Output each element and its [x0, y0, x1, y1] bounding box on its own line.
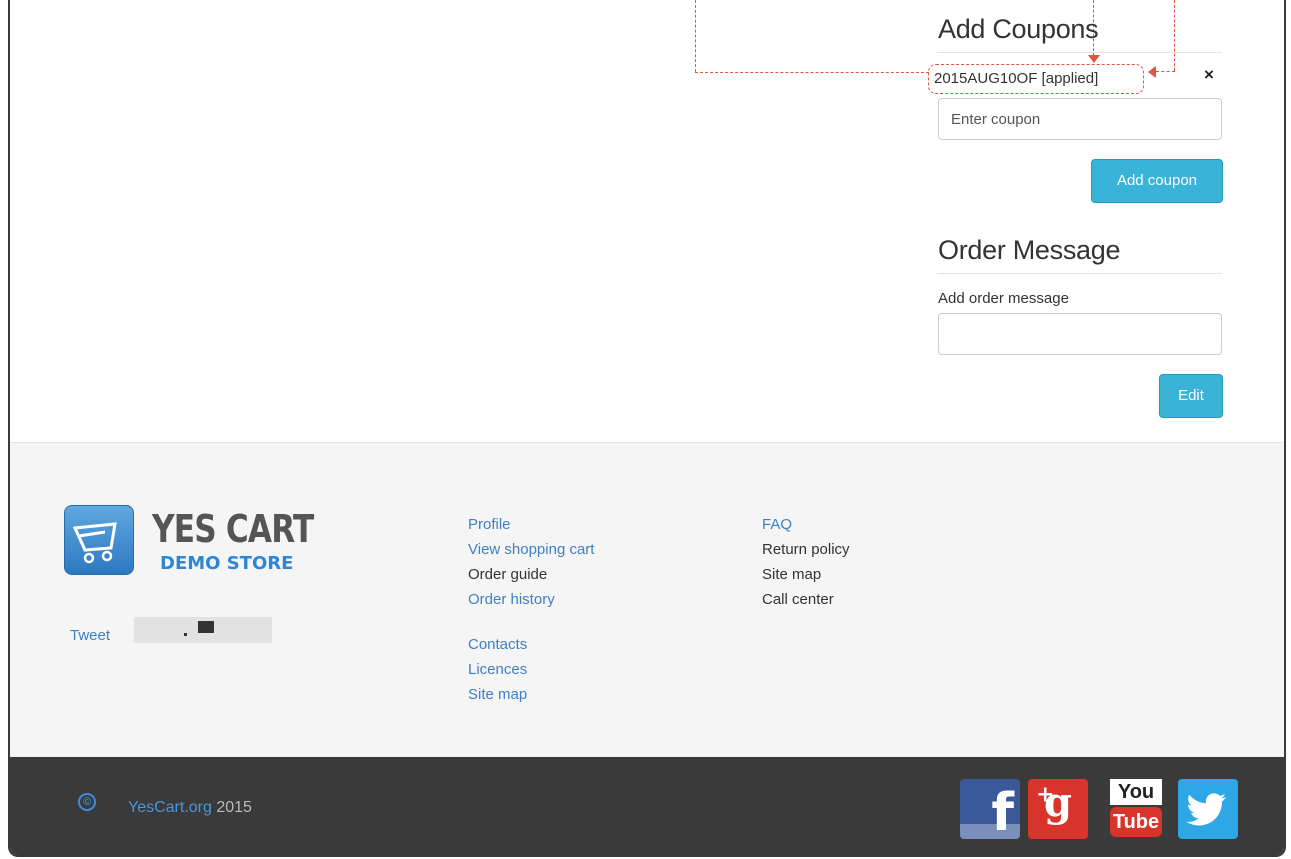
- facebook-icon[interactable]: f: [960, 779, 1020, 843]
- edit-button[interactable]: Edit: [1159, 374, 1223, 418]
- bottom-bar: © YesCart.org 2015 f g + You Tube: [10, 757, 1284, 855]
- footer-links-col1: Profile View shopping cart Order guide O…: [468, 512, 594, 612]
- annotation-arrow-left: [1148, 66, 1156, 78]
- footer-link-licences[interactable]: Licences: [468, 657, 527, 682]
- footer: YES CART DEMO STORE Tweet Profile View s…: [10, 442, 1284, 757]
- annotation-line-left-horizontal: [695, 72, 929, 73]
- footer-link-faq[interactable]: FAQ: [762, 512, 850, 537]
- footer-link-contacts[interactable]: Contacts: [468, 632, 527, 657]
- footer-link-order-history[interactable]: Order history: [468, 587, 594, 612]
- browser-frame: Add Coupons 2015AUG10OF [applied] × Add …: [8, 0, 1286, 857]
- copyright-year: 2015: [216, 799, 252, 816]
- copyright-text: YesCart.org 2015: [128, 799, 252, 817]
- yescart-link[interactable]: YesCart.org: [128, 799, 212, 816]
- coupon-input[interactable]: [938, 98, 1222, 140]
- order-message-divider: [937, 273, 1222, 274]
- tweet-link[interactable]: Tweet: [70, 627, 110, 644]
- tweet-counter-image: [134, 617, 272, 643]
- cart-logo-icon: [64, 505, 134, 575]
- logo-title: YES CART: [152, 507, 314, 551]
- youtube-icon[interactable]: You Tube: [1106, 779, 1166, 839]
- add-coupons-heading: Add Coupons: [938, 14, 1099, 44]
- footer-link-view-cart[interactable]: View shopping cart: [468, 537, 594, 562]
- remove-coupon-icon[interactable]: ×: [1204, 65, 1214, 85]
- order-message-input[interactable]: [938, 313, 1222, 355]
- google-plus-letter: g +: [1036, 779, 1072, 826]
- copyright-icon: ©: [78, 793, 96, 811]
- annotation-line-right-horizontal: [1156, 71, 1175, 72]
- google-plus-icon[interactable]: g +: [1028, 779, 1088, 839]
- annotation-line-right-vertical: [1174, 0, 1175, 71]
- coupons-divider: [937, 52, 1222, 53]
- order-message-label: Add order message: [938, 290, 1069, 307]
- footer-links-col2: FAQ Return policy Site map Call center: [762, 512, 850, 612]
- applied-coupon-code: 2015AUG10OF [applied]: [928, 64, 1144, 94]
- twitter-bird-icon: [1186, 793, 1226, 826]
- footer-link-call-center[interactable]: Call center: [762, 587, 850, 612]
- annotation-line-left-vertical: [695, 0, 696, 72]
- google-plus-g: g: [1044, 779, 1072, 826]
- order-message-heading: Order Message: [938, 235, 1121, 265]
- logo-subtitle: DEMO STORE: [160, 553, 294, 574]
- twitter-icon[interactable]: [1178, 779, 1238, 839]
- facebook-letter: f: [991, 783, 1014, 843]
- image-dot: [184, 633, 187, 636]
- footer-link-order-guide[interactable]: Order guide: [468, 562, 594, 587]
- annotation-arrow-down: [1088, 55, 1100, 63]
- dino-icon: [198, 621, 214, 633]
- youtube-tube: Tube: [1110, 807, 1162, 837]
- footer-link-site-map[interactable]: Site map: [468, 682, 527, 707]
- footer-link-return-policy[interactable]: Return policy: [762, 537, 850, 562]
- footer-link-profile[interactable]: Profile: [468, 512, 594, 537]
- add-coupon-button[interactable]: Add coupon: [1091, 159, 1223, 203]
- youtube-you: You: [1110, 779, 1162, 805]
- cart-main: Add Coupons 2015AUG10OF [applied] × Add …: [10, 0, 1284, 442]
- footer-link-site-map-2[interactable]: Site map: [762, 562, 850, 587]
- footer-links-col1b: Contacts Licences Site map: [468, 632, 527, 707]
